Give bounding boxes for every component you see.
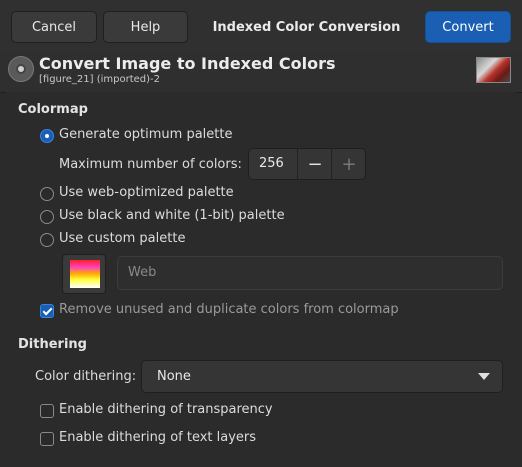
dither-text-layers-checkbox[interactable] [40,432,54,446]
decrement-button[interactable]: − [297,149,332,179]
cancel-button[interactable]: Cancel [11,11,97,43]
increment-button[interactable]: + [331,149,366,179]
image-thumbnail [476,57,511,83]
dialog-subheader: Convert Image to Indexed Colors [figure_… [0,52,522,93]
color-dithering-dropdown[interactable]: None [141,360,503,393]
dithering-heading: Dithering [18,337,87,352]
gimp-wilber-icon [8,56,34,82]
custom-palette-name[interactable]: Web [117,256,503,290]
label-custom-palette: Use custom palette [59,231,186,246]
header-bar: Cancel Help Indexed Color Conversion Con… [0,0,522,53]
max-colors-label: Maximum number of colors: [59,157,242,172]
max-colors-spinbutton[interactable]: 256 − + [248,148,366,180]
convert-button[interactable]: Convert [425,11,511,43]
max-colors-value: 256 [259,156,284,171]
colormap-heading: Colormap [18,102,88,117]
palette-swatch-icon [70,260,100,288]
label-web-optimized: Use web-optimized palette [59,185,234,200]
label-black-white: Use black and white (1-bit) palette [59,208,285,223]
color-dithering-label: Color dithering: [35,369,137,384]
dialog-content: Colormap Generate optimum palette Maximu… [6,92,516,462]
subheader-title: Convert Image to Indexed Colors [39,54,336,73]
palette-select-button[interactable] [62,254,106,294]
remove-unused-label: Remove unused and duplicate colors from … [59,302,399,317]
radio-generate-optimum[interactable] [40,129,54,143]
image-name: [figure_21] (imported)-2 [39,74,161,85]
dither-transparency-checkbox[interactable] [40,404,54,418]
dialog-title: Indexed Color Conversion [212,19,401,35]
dither-transparency-label: Enable dithering of transparency [59,402,273,417]
label-generate-optimum: Generate optimum palette [59,127,233,142]
radio-custom-palette[interactable] [40,233,54,247]
color-dithering-value: None [157,369,191,384]
radio-black-white[interactable] [40,210,54,224]
radio-web-optimized[interactable] [40,187,54,201]
remove-unused-checkbox[interactable] [40,304,54,318]
help-button[interactable]: Help [103,11,188,43]
dropdown-arrow-icon [478,373,490,380]
dither-text-layers-label: Enable dithering of text layers [59,430,257,445]
